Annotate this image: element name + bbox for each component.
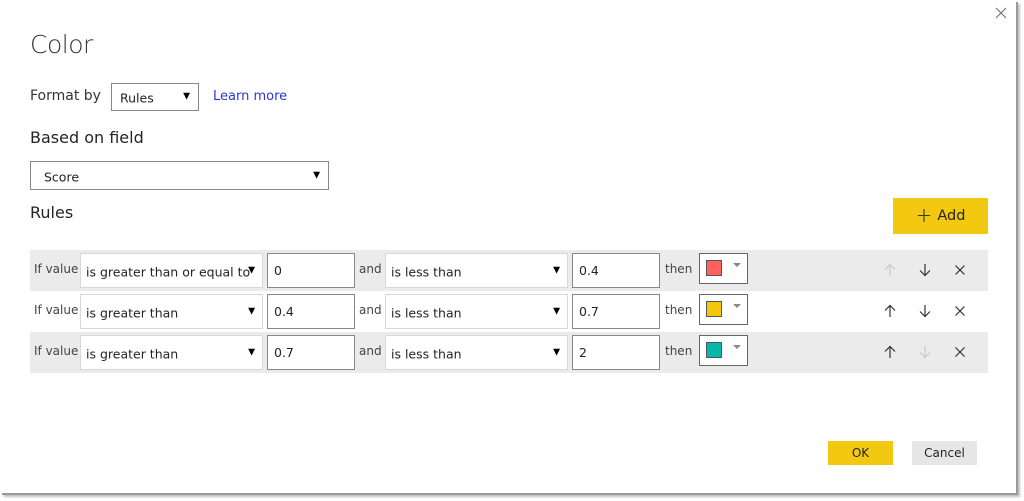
then-label: then: [665, 303, 693, 317]
operator1-value: is greater than: [86, 345, 179, 361]
format-by-value: Rules: [120, 90, 154, 106]
rule-row: If value is greater than ▼ 0.4 and is le…: [30, 291, 988, 332]
color-swatch: [706, 260, 722, 276]
operator2-select[interactable]: is less than ▼: [385, 294, 568, 329]
caret-down-icon: ▼: [248, 347, 255, 357]
operator2-value: is less than: [391, 304, 462, 320]
close-button[interactable]: [993, 5, 1009, 21]
arrow-up-icon: [884, 263, 896, 276]
rules-heading: Rules: [30, 203, 74, 222]
caret-down-icon: ▼: [553, 306, 560, 316]
add-rule-button[interactable]: + Add: [893, 198, 988, 234]
dialog-title: Color: [30, 30, 93, 59]
operator1-value: is greater than: [86, 304, 179, 320]
and-label: and: [359, 303, 382, 317]
caret-down-icon: [733, 304, 741, 308]
arrow-up-icon: [884, 304, 896, 317]
move-up-button[interactable]: [880, 342, 900, 362]
arrow-down-icon: [919, 264, 931, 277]
delete-x-icon: [955, 265, 965, 275]
rule-row: If value is greater than ▼ 0.7 and is le…: [30, 332, 988, 373]
rule-row: If value is greater than or equal to ▼ 0…: [30, 250, 988, 291]
plus-icon: +: [915, 203, 933, 227]
delete-x-icon: [955, 347, 965, 357]
if-value-label: If value: [34, 303, 79, 317]
color-picker[interactable]: [699, 335, 748, 366]
caret-down-icon: [733, 345, 741, 349]
value2-input[interactable]: 0.7: [572, 294, 660, 329]
based-on-field-heading: Based on field: [30, 128, 144, 147]
caret-down-icon: ▼: [248, 265, 255, 275]
value1-input[interactable]: 0.4: [267, 294, 355, 329]
operator2-value: is less than: [391, 263, 462, 279]
operator2-select[interactable]: is less than ▼: [385, 253, 568, 288]
arrow-down-icon: [919, 305, 931, 318]
move-down-button[interactable]: [915, 342, 935, 362]
format-by-select[interactable]: Rules ▼: [111, 83, 199, 111]
delete-rule-button[interactable]: [950, 260, 970, 280]
value2-input[interactable]: 0.4: [572, 253, 660, 288]
color-swatch: [706, 301, 722, 317]
delete-x-icon: [955, 306, 965, 316]
operator2-select[interactable]: is less than ▼: [385, 335, 568, 370]
color-dialog: Color Format by Rules ▼ Learn more Based…: [0, 0, 1016, 493]
operator1-value: is greater than or equal to: [86, 263, 251, 279]
arrow-down-icon: [919, 346, 931, 359]
move-up-button[interactable]: [880, 301, 900, 321]
learn-more-link[interactable]: Learn more: [213, 89, 287, 104]
color-swatch: [706, 342, 722, 358]
cancel-button[interactable]: Cancel: [912, 441, 977, 465]
ok-button[interactable]: OK: [828, 441, 893, 465]
and-label: and: [359, 262, 382, 276]
move-down-button[interactable]: [915, 260, 935, 280]
operator2-value: is less than: [391, 345, 462, 361]
if-value-label: If value: [34, 344, 79, 358]
caret-down-icon: ▼: [553, 347, 560, 357]
arrow-up-icon: [884, 345, 896, 358]
delete-rule-button[interactable]: [950, 342, 970, 362]
and-label: and: [359, 344, 382, 358]
caret-down-icon: [733, 263, 741, 267]
then-label: then: [665, 344, 693, 358]
if-value-label: If value: [34, 262, 79, 276]
operator1-select[interactable]: is greater than or equal to ▼: [80, 253, 263, 288]
color-picker[interactable]: [699, 253, 748, 284]
value1-input[interactable]: 0: [267, 253, 355, 288]
caret-down-icon: ▼: [553, 265, 560, 275]
delete-rule-button[interactable]: [950, 301, 970, 321]
based-on-field-select[interactable]: Score ▼: [30, 161, 329, 190]
operator1-select[interactable]: is greater than ▼: [80, 335, 263, 370]
add-rule-label: Add: [937, 208, 966, 224]
value1-input[interactable]: 0.7: [267, 335, 355, 370]
value2-input[interactable]: 2: [572, 335, 660, 370]
caret-down-icon: ▼: [248, 306, 255, 316]
based-on-field-value: Score: [44, 168, 80, 184]
color-picker[interactable]: [699, 294, 748, 325]
then-label: then: [665, 262, 693, 276]
caret-down-icon: ▼: [313, 170, 320, 180]
format-by-label: Format by: [30, 88, 101, 104]
caret-down-icon: ▼: [183, 91, 190, 102]
operator1-select[interactable]: is greater than ▼: [80, 294, 263, 329]
move-up-button[interactable]: [880, 260, 900, 280]
close-icon: [995, 7, 1007, 19]
move-down-button[interactable]: [915, 301, 935, 321]
